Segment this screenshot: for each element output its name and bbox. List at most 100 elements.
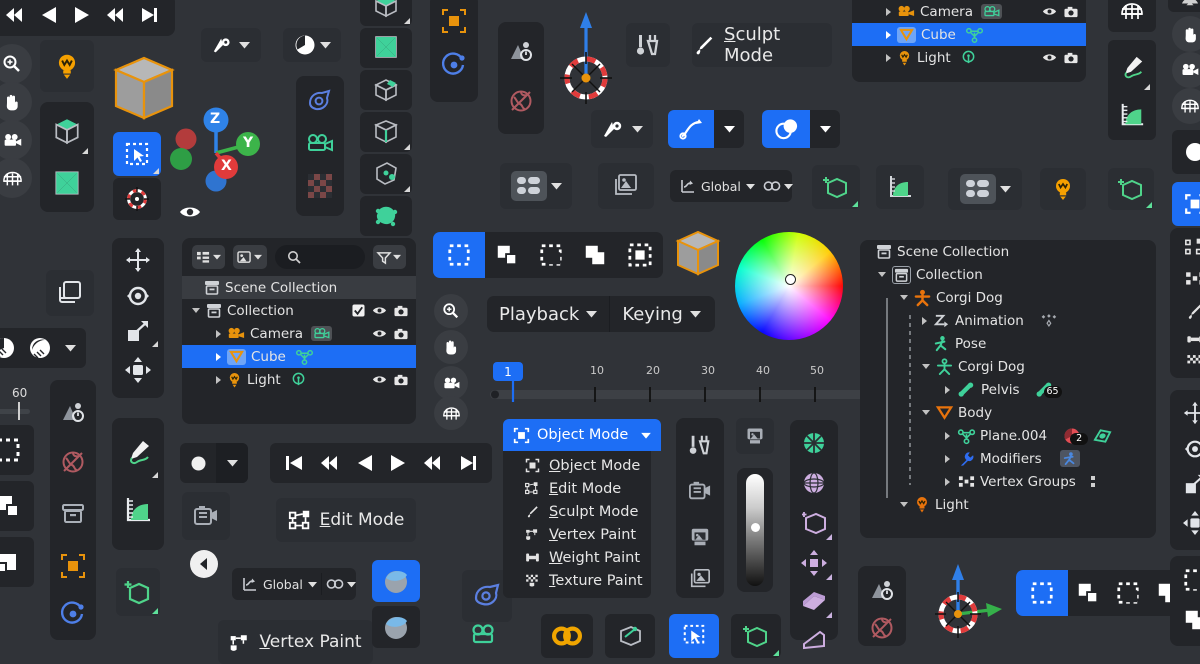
camera-render-icon[interactable] bbox=[1064, 52, 1078, 64]
camera-render-icon[interactable] bbox=[394, 305, 408, 317]
grid-view-button-right[interactable] bbox=[1172, 88, 1200, 124]
render-props-tab[interactable] bbox=[680, 470, 720, 512]
eye-icon[interactable] bbox=[372, 328, 387, 339]
menu-item-texture-paint[interactable]: Texture Paint bbox=[503, 569, 651, 592]
outliner-filter-dropdown[interactable] bbox=[373, 245, 406, 269]
add-book-button[interactable] bbox=[794, 584, 834, 620]
outliner-large-row-animation[interactable]: Animation bbox=[860, 309, 1156, 332]
play-reverse-button[interactable] bbox=[36, 2, 62, 28]
outliner-large-row-vertex-groups[interactable]: Vertex Groups bbox=[860, 470, 1156, 493]
chevron-right-icon[interactable] bbox=[922, 317, 927, 325]
scale-tool-button[interactable] bbox=[116, 315, 160, 349]
solid-cube-button[interactable] bbox=[44, 106, 90, 156]
outliner-large-row-light[interactable]: Light bbox=[860, 493, 1156, 516]
wire-cube-button[interactable] bbox=[44, 158, 90, 208]
vertex-paint-button-bottom[interactable]: Vertex Paint bbox=[218, 620, 373, 664]
texture-checker-button[interactable] bbox=[301, 166, 339, 206]
output-props-tab[interactable] bbox=[680, 516, 720, 558]
camera-render-icon[interactable] bbox=[1064, 6, 1078, 18]
cursor-tool-button[interactable] bbox=[113, 178, 161, 220]
proportional-edit-dropdown[interactable] bbox=[714, 110, 744, 148]
overlays-dropdown-top[interactable] bbox=[500, 163, 572, 209]
bone-count-badge[interactable]: 65 bbox=[1036, 382, 1054, 398]
select-box-tool-bottom[interactable] bbox=[669, 614, 719, 658]
grid-view-button-2[interactable] bbox=[434, 396, 468, 430]
light-button-top-2[interactable] bbox=[1040, 168, 1086, 210]
grid-view-right-button[interactable] bbox=[1108, 0, 1156, 32]
uv-data-icon[interactable] bbox=[1093, 428, 1112, 444]
duplicate-objects-button[interactable] bbox=[46, 270, 94, 316]
add-circle-button[interactable] bbox=[794, 424, 834, 462]
eye-icon[interactable] bbox=[1042, 52, 1057, 63]
outliner-large-collection[interactable]: Collection bbox=[860, 263, 1156, 286]
view-camera-dropdown-2[interactable] bbox=[591, 110, 653, 148]
menu-item-weight-paint[interactable]: Weight Paint bbox=[503, 546, 651, 569]
annotate-tool-button[interactable] bbox=[116, 426, 160, 480]
proportional-edit-toggle[interactable] bbox=[668, 110, 714, 148]
collection-props-tab[interactable] bbox=[54, 490, 92, 538]
eye-icon[interactable] bbox=[1042, 6, 1057, 17]
jump-to-end-button[interactable] bbox=[137, 2, 163, 28]
select-intersect-button[interactable] bbox=[617, 232, 663, 278]
edit-mode-icon-right[interactable] bbox=[1174, 232, 1200, 262]
select-subtract-button-br[interactable] bbox=[1108, 570, 1148, 616]
chevron-right-icon[interactable] bbox=[945, 455, 950, 463]
select-subtract-button[interactable] bbox=[529, 232, 573, 278]
scale-tool-button-right[interactable] bbox=[1174, 468, 1200, 502]
timeline-scrollbar[interactable] bbox=[490, 380, 890, 404]
camera-data-icon[interactable] bbox=[311, 326, 332, 341]
mesh-wire-button[interactable] bbox=[360, 28, 412, 68]
chevron-right-icon[interactable] bbox=[216, 353, 221, 361]
scale-cage-tool-button[interactable] bbox=[435, 2, 473, 40]
add-empty-button[interactable] bbox=[794, 544, 834, 582]
menu-item-object-mode[interactable]: Object Mode bbox=[503, 454, 651, 477]
mesh-blob-button[interactable] bbox=[360, 196, 412, 236]
move-tool-button-right[interactable] bbox=[1174, 396, 1200, 430]
annotate-tool-button-right[interactable] bbox=[1112, 44, 1152, 92]
transform-orientation-dropdown[interactable]: Global bbox=[670, 178, 755, 194]
play-button[interactable] bbox=[69, 2, 95, 28]
output-props-button-top[interactable] bbox=[736, 418, 774, 454]
mesh-edge-button[interactable] bbox=[360, 112, 412, 152]
add-uvsphere-button[interactable] bbox=[794, 464, 834, 502]
value-slider-handle[interactable] bbox=[751, 523, 760, 532]
prev-keyframe-button-b[interactable] bbox=[319, 455, 341, 471]
outliner-row-cube-top[interactable]: Cube bbox=[852, 23, 1086, 46]
outliner-large-row-body[interactable]: Body bbox=[860, 401, 1156, 424]
outliner-row-light[interactable]: Light bbox=[182, 368, 416, 391]
render-properties-button[interactable] bbox=[182, 492, 230, 540]
shading-solid-button-right[interactable] bbox=[1172, 130, 1200, 174]
overlays-dropdown-top-2[interactable] bbox=[948, 168, 1022, 210]
add-cube-purple-button[interactable] bbox=[794, 504, 834, 542]
collapse-panel-button[interactable] bbox=[190, 550, 218, 578]
weight-paint-icon-right[interactable] bbox=[1174, 328, 1200, 350]
transform-orientation-dropdown-bottom[interactable]: Global bbox=[232, 576, 317, 592]
select-box-tool-button[interactable] bbox=[113, 132, 161, 176]
outliner-row-scene-collection[interactable]: Scene Collection bbox=[182, 276, 416, 299]
snap-dropdown[interactable] bbox=[763, 179, 793, 193]
mesh-vertex-button[interactable] bbox=[360, 154, 412, 194]
add-cube-button-top-2[interactable] bbox=[1108, 168, 1154, 210]
timeline-ruler[interactable]: 1 10 20 30 40 50 60 bbox=[490, 362, 842, 404]
outliner-display-mode-dropdown[interactable] bbox=[192, 245, 225, 269]
world-props-tab[interactable] bbox=[54, 438, 92, 486]
keying-dropdown[interactable]: Keying bbox=[610, 296, 712, 332]
outliner-large-scene-collection[interactable]: Scene Collection bbox=[860, 240, 1156, 263]
tool-settings-button[interactable] bbox=[626, 23, 670, 67]
select-extend-mode-button[interactable] bbox=[0, 481, 34, 531]
color-wheel-cursor[interactable] bbox=[785, 274, 796, 285]
mesh-face-button[interactable] bbox=[360, 70, 412, 110]
scene-properties-button[interactable] bbox=[502, 28, 540, 74]
mesh-data-icon[interactable] bbox=[296, 349, 313, 364]
images-button-top[interactable] bbox=[598, 163, 654, 209]
jump-to-end-button-b[interactable] bbox=[459, 455, 479, 471]
light-object-button[interactable] bbox=[40, 40, 94, 92]
shading-material-button-left[interactable] bbox=[0, 328, 22, 368]
select-box-mode-button[interactable] bbox=[0, 425, 34, 475]
outliner-row-light-top[interactable]: Light bbox=[852, 46, 1086, 69]
menu-item-edit-mode[interactable]: Edit Mode bbox=[503, 477, 651, 500]
object-mode-button-right[interactable] bbox=[1172, 182, 1200, 226]
mesh-solid-button[interactable] bbox=[360, 0, 412, 26]
outliner-large-row-corgi-dog-object[interactable]: Corgi Dog bbox=[860, 286, 1156, 309]
material-count-badge[interactable]: 2 bbox=[1063, 427, 1081, 445]
